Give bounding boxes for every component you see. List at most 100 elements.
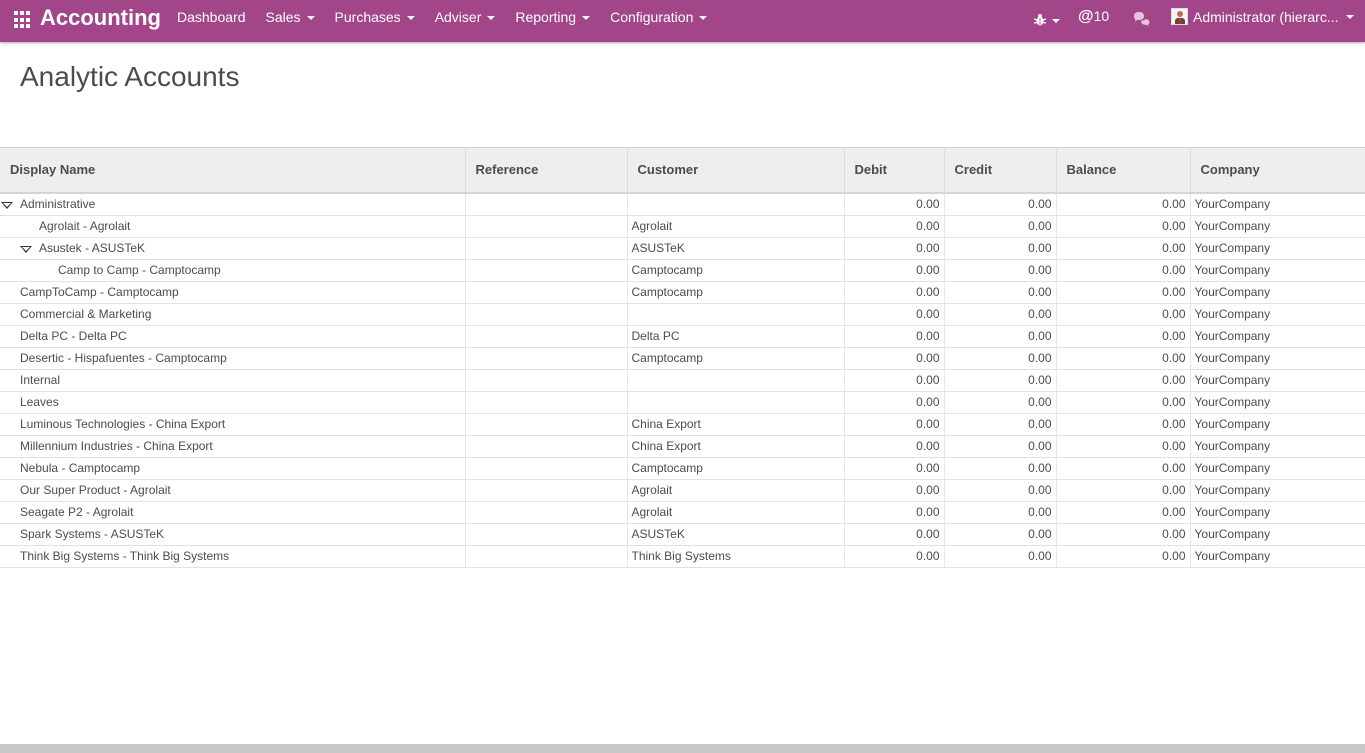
cell-balance: 0.00 [1056,391,1191,414]
cell-display-name: Think Big Systems - Think Big Systems [0,545,466,568]
cell-display-name: Leaves [0,391,466,414]
cell-customer: China Export [627,413,845,436]
table-row[interactable]: Luminous Technologies - China Export Chin… [0,413,1365,436]
table-row[interactable]: Seagate P2 - Agrolait Agrolait 0.00 0.00 0.0… [0,501,1365,524]
cell-reference [465,347,628,370]
table-row[interactable]: Spark Systems - ASUSTeK ASUSTeK 0.00 0.00 0.… [0,523,1365,546]
column-header-debit[interactable]: Debit [844,147,945,194]
cell-reference [465,413,628,436]
cell-credit: 0.00 [944,545,1057,568]
cell-credit: 0.00 [944,391,1057,414]
cell-balance: 0.00 [1056,215,1191,238]
menu-adviser[interactable]: Adviser [425,0,506,42]
account-name: Commercial & Marketing [20,306,152,321]
cell-customer: Camptocamp [627,457,845,480]
cell-balance: 0.00 [1056,281,1191,304]
table-row[interactable]: Our Super Product - Agrolait Agrolait 0.00… [0,479,1365,502]
cell-display-name: Our Super Product - Agrolait [0,479,466,502]
table-row[interactable]: Commercial & Marketing 0.00 0.00 0.00 YourCo… [0,303,1365,326]
table-row[interactable]: Think Big Systems - Think Big Systems Thi… [0,545,1365,568]
table-row[interactable]: Nebula - Camptocamp Camptocamp 0.00 0.00 0.0… [0,457,1365,480]
column-header-balance[interactable]: Balance [1056,147,1191,194]
table-row[interactable]: Administrative 0.00 0.00 0.00 YourCompany [0,192,1365,216]
cell-display-name: CampToCamp - Camptocamp [0,281,466,304]
menu-purchases[interactable]: Purchases [325,0,425,42]
cell-debit: 0.00 [844,325,945,348]
menu-configuration[interactable]: Configuration [600,0,717,42]
cell-reference [465,215,628,238]
mentions-counter[interactable]: @10 [1078,8,1109,26]
cell-balance: 0.00 [1056,192,1191,216]
at-sign-icon: @ [1078,8,1094,25]
table-row[interactable]: Millennium Industries - China Export Chin… [0,435,1365,458]
table-row[interactable]: Camp to Camp - Camptocamp Camptocamp 0.00 0… [0,259,1365,282]
account-name: CampToCamp - Camptocamp [20,284,179,299]
cell-debit: 0.00 [844,369,945,392]
cell-display-name: Asustek - ASUSTeK [0,237,466,260]
cell-reference [465,457,628,480]
cell-balance: 0.00 [1056,347,1191,370]
menu-sales[interactable]: Sales [256,0,325,42]
cell-reference [465,545,628,568]
column-header-display-name[interactable]: Display Name [0,147,466,194]
cell-customer [627,303,845,326]
cell-credit: 0.00 [944,435,1057,458]
account-name: Luminous Technologies - China Export [20,416,226,431]
cell-credit: 0.00 [944,237,1057,260]
cell-debit: 0.00 [844,545,945,568]
cell-reference [465,192,628,216]
cell-credit: 0.00 [944,501,1057,524]
account-name: Desertic - Hispafuentes - Camptocamp [20,350,227,365]
account-name: Agrolait - Agrolait [39,218,131,233]
table-row[interactable]: Agrolait - Agrolait Agrolait 0.00 0.00 0.00 Y… [0,215,1365,238]
table-row[interactable]: Asustek - ASUSTeK ASUSTeK 0.00 0.00 0.00 Your… [0,237,1365,260]
cell-customer: ASUSTeK [627,523,845,546]
expand-triangle-icon[interactable] [20,245,32,253]
account-name: Seagate P2 - Agrolait [20,504,134,519]
table-row[interactable]: Leaves 0.00 0.00 0.00 YourCompany [0,391,1365,414]
column-header-company[interactable]: Company [1190,147,1365,194]
horizontal-scrollbar[interactable] [0,744,1365,753]
menu-label: Reporting [515,9,577,25]
cell-reference [465,391,628,414]
cell-company: YourCompany [1190,479,1365,502]
menu-dashboard[interactable]: Dashboard [167,0,256,42]
account-name: Internal [20,372,61,387]
menu-label: Adviser [434,9,482,25]
cell-company: YourCompany [1190,325,1365,348]
cell-display-name: Delta PC - Delta PC [0,325,466,348]
cell-debit: 0.00 [844,347,945,370]
column-header-credit[interactable]: Credit [944,147,1057,194]
chat-button[interactable] [1133,11,1151,31]
table-header-row: Display Name Reference Customer Debit Cr… [0,147,1365,194]
cell-customer [627,369,845,392]
table-row[interactable]: Delta PC - Delta PC Delta PC 0.00 0.00 0.00 Y… [0,325,1365,348]
cell-balance: 0.00 [1056,457,1191,480]
column-header-customer[interactable]: Customer [627,147,845,194]
account-name: Leaves [20,394,59,409]
cell-balance: 0.00 [1056,479,1191,502]
cell-balance: 0.00 [1056,501,1191,524]
menu-label: Sales [265,9,301,25]
cell-debit: 0.00 [844,391,945,414]
debug-menu-button[interactable] [1033,10,1063,30]
table-row[interactable]: CampToCamp - Camptocamp Camptocamp 0.00 0.0… [0,281,1365,304]
cell-reference [465,435,628,458]
table-row[interactable]: Desertic - Hispafuentes - Camptocamp Camp… [0,347,1365,370]
cell-company: YourCompany [1190,413,1365,436]
cell-reference [465,501,628,524]
menu-reporting[interactable]: Reporting [505,0,600,42]
cell-reference [465,303,628,326]
cell-reference [465,259,628,282]
cell-customer: Agrolait [627,215,845,238]
column-header-reference[interactable]: Reference [465,147,628,194]
user-menu[interactable]: Administrator (hierarc... [1171,8,1355,25]
account-name: Our Super Product - Agrolait [20,482,171,497]
table-row[interactable]: Internal 0.00 0.00 0.00 YourCompany [0,369,1365,392]
account-name: Millennium Industries - China Export [20,438,213,453]
cell-company: YourCompany [1190,457,1365,480]
expand-triangle-icon[interactable] [1,201,13,209]
menu-label: Dashboard [177,9,246,25]
app-switcher-grid-icon[interactable] [14,11,32,29]
cell-debit: 0.00 [844,479,945,502]
